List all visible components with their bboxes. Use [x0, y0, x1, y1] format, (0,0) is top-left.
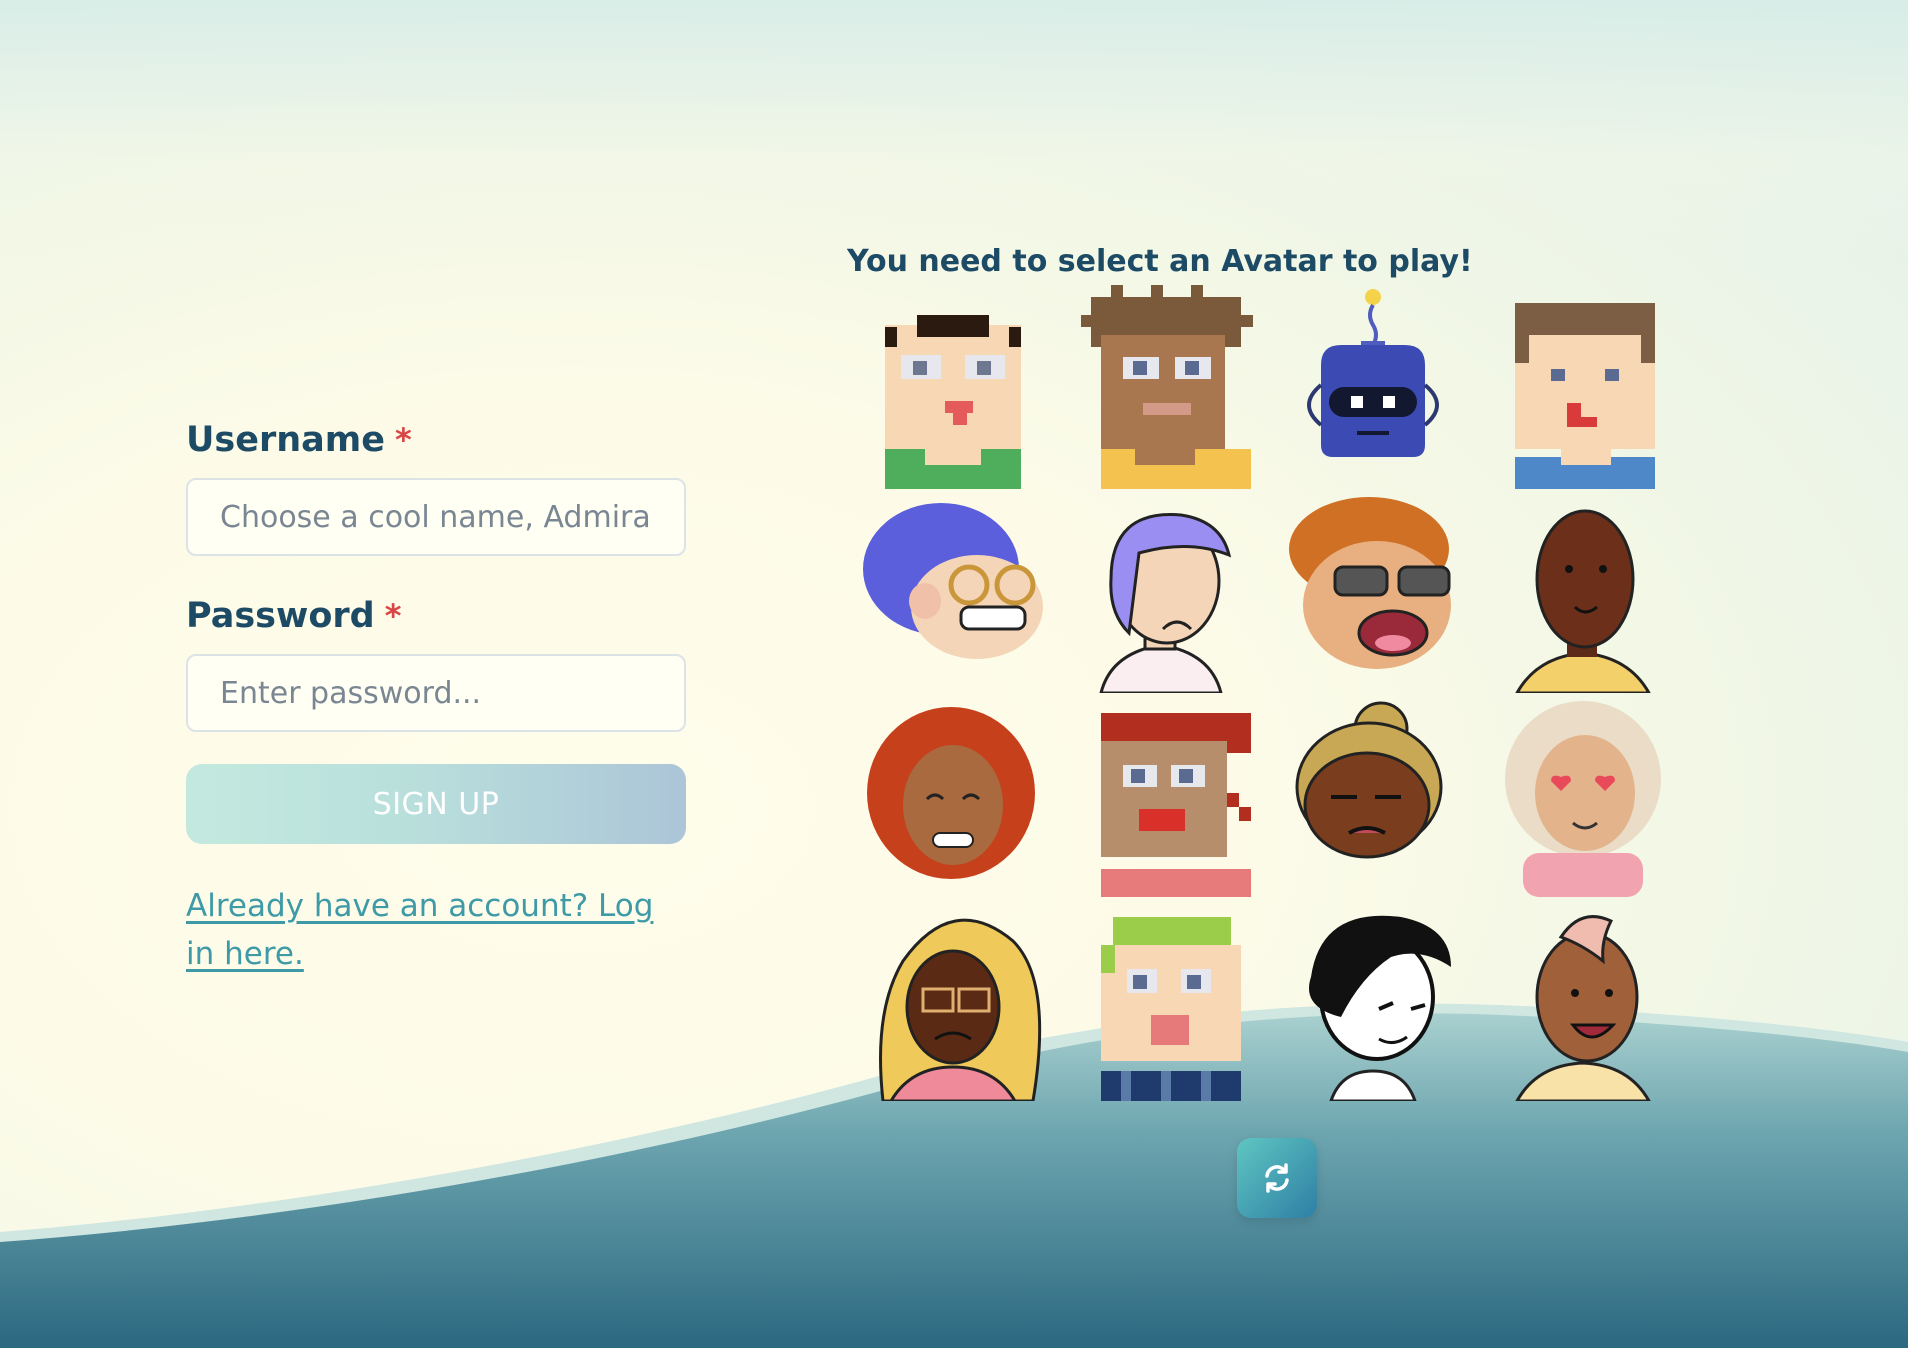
- avatar-option[interactable]: [1478, 897, 1688, 1101]
- avatar-option[interactable]: [1478, 489, 1688, 693]
- pixel-green-hair-avatar-icon: [1101, 917, 1241, 1101]
- avatar-option[interactable]: [848, 489, 1058, 693]
- lavender-hair-avatar-icon: [1099, 513, 1232, 693]
- avatar-option[interactable]: [1478, 285, 1688, 489]
- username-label-text: Username: [186, 420, 385, 460]
- username-field-group: Username *: [186, 420, 686, 556]
- avatar-option[interactable]: [1058, 693, 1268, 897]
- pixel-curly-avatar-icon: [1081, 285, 1253, 489]
- password-label: Password *: [186, 596, 686, 636]
- avatar-option[interactable]: [1268, 897, 1478, 1101]
- avatar-option[interactable]: [848, 693, 1058, 897]
- avatar-option[interactable]: [1058, 489, 1268, 693]
- refresh-icon: [1265, 1163, 1289, 1193]
- pink-mohawk-avatar-icon: [1515, 915, 1651, 1101]
- orange-curly-sunglasses-avatar-icon: [1289, 497, 1451, 669]
- avatar-option[interactable]: [1058, 897, 1268, 1101]
- refresh-avatars-button[interactable]: [1237, 1138, 1317, 1218]
- sign-up-button[interactable]: SIGN UP: [186, 764, 686, 844]
- heart-eyes-avatar-icon: [1505, 701, 1661, 897]
- pixel-brown-hair-avatar-icon: [1515, 303, 1655, 489]
- avatar-grid: [848, 285, 1688, 1101]
- username-input[interactable]: [186, 478, 686, 556]
- avatar-option[interactable]: [1268, 693, 1478, 897]
- black-hair-sketch-avatar-icon: [1309, 915, 1451, 1101]
- avatar-option[interactable]: [1268, 285, 1478, 489]
- login-link[interactable]: Already have an account? Log in here.: [186, 882, 686, 978]
- password-input[interactable]: [186, 654, 686, 732]
- bald-dark-skin-avatar-icon: [1515, 509, 1651, 693]
- required-asterisk: *: [384, 597, 402, 635]
- robot-avatar-icon: [1307, 289, 1439, 457]
- purple-hair-glasses-avatar-icon: [863, 503, 1043, 659]
- avatar-option[interactable]: [1058, 285, 1268, 489]
- username-label: Username *: [186, 420, 686, 460]
- blonde-glasses-avatar-icon: [879, 918, 1042, 1101]
- avatar-option[interactable]: [1478, 693, 1688, 897]
- bun-hair-avatar-icon: [1295, 701, 1443, 859]
- red-curly-hair-avatar-icon: [867, 707, 1035, 879]
- avatar-option[interactable]: [848, 897, 1058, 1101]
- avatar-option[interactable]: [848, 285, 1058, 489]
- pixel-bandana-avatar-icon: [1101, 713, 1251, 897]
- password-field-group: Password *: [186, 596, 686, 732]
- avatar-option[interactable]: [1268, 489, 1478, 693]
- required-asterisk: *: [395, 421, 412, 459]
- password-label-text: Password: [186, 596, 375, 636]
- signup-form: Username * Password * SIGN UP Already ha…: [186, 420, 686, 978]
- pixel-boy-avatar-icon: [885, 315, 1021, 489]
- avatar-selection-title: You need to select an Avatar to play!: [847, 244, 1473, 279]
